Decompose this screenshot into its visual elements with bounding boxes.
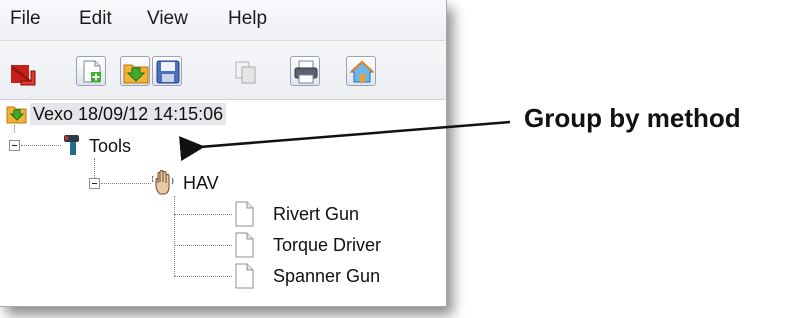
annotation-arrow bbox=[179, 120, 511, 162]
annotation-label: Group by method bbox=[524, 103, 741, 133]
